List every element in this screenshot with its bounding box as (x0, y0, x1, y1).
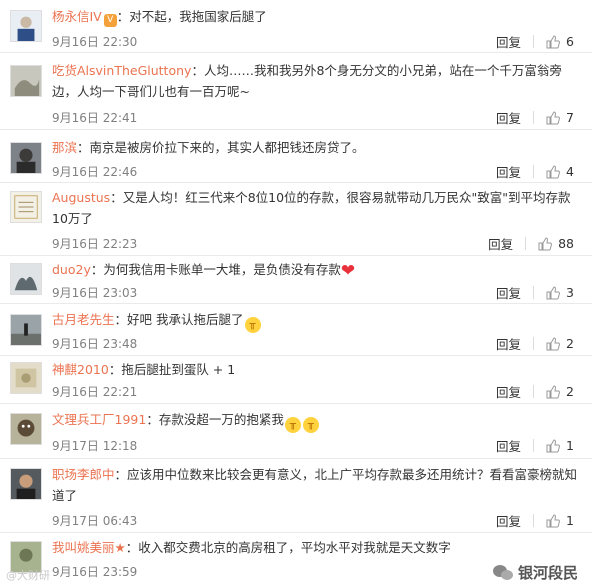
wechat-icon (492, 564, 513, 580)
comment-item: 职场李郎中：应该用中位数来比较会更有意义，北上广平均存款最多还用统计？看看富豪榜… (0, 459, 592, 533)
reply-button[interactable]: 回复 (496, 382, 521, 401)
watermark-right-text: 银河段民 (517, 564, 578, 582)
username[interactable]: 我叫姚美丽 (52, 540, 115, 555)
username[interactable]: 职场李郎中 (52, 467, 115, 482)
timestamp: 9月16日 22:46 (52, 165, 138, 179)
crying-emoji-icon: ╥ (284, 417, 301, 433)
divider (533, 514, 535, 527)
divider (533, 286, 535, 299)
thumbs-up-icon[interactable] (546, 164, 560, 179)
divider (533, 439, 535, 452)
timestamp: 9月16日 22:21 (52, 385, 138, 399)
reply-button[interactable]: 回复 (496, 32, 521, 51)
comment-text: ：对不起，我拖国家后腿了 (116, 9, 267, 24)
verified-badge: V (103, 14, 117, 27)
username[interactable]: duo2y (52, 262, 91, 277)
timestamp: 9月17日 12:18 (52, 439, 138, 453)
thumbs-up-icon[interactable] (546, 110, 560, 125)
like-count: 2 (566, 336, 574, 351)
thumbs-up-icon[interactable] (546, 34, 560, 49)
avatar[interactable] (10, 65, 42, 97)
divider (533, 165, 535, 178)
username[interactable]: 那滨 (52, 140, 77, 155)
reply-button[interactable]: 回复 (496, 108, 521, 127)
username[interactable]: 吃货AlsvinTheGluttony (52, 63, 191, 78)
comment-text: ：好吧 我承认拖后腿了 (114, 312, 244, 327)
reply-button[interactable]: 回复 (496, 334, 521, 353)
avatar[interactable] (10, 468, 42, 500)
comment-text: ：存款没超一万的抱紧我 (146, 412, 284, 427)
avatar[interactable] (10, 362, 42, 394)
comment-item: 那滨：南京是被房价拉下来的，其实人都把钱还房贷了。 9月16日 22:46 回复… (0, 130, 592, 183)
username[interactable]: Augustus (52, 190, 110, 205)
username[interactable]: 文理兵工厂1991 (52, 412, 146, 427)
comment-text: ：应该用中位数来比较会更有意义，北上广平均存款最多还用统计？看看富豪榜就知道了 (52, 467, 578, 503)
username[interactable]: 神麒2010 (52, 362, 109, 377)
avatar[interactable] (10, 263, 42, 295)
reply-button[interactable]: 回复 (496, 436, 521, 455)
crying-emoji-icon: ╥ (244, 317, 261, 333)
like-count: 1 (566, 438, 574, 453)
comment-item: duo2y：为何我信用卡账单一大堆，是负债没有存款❤ 9月16日 23:03 回… (0, 256, 592, 304)
comment-item: 古月老先生：好吧 我承认拖后腿了 ╥ 9月16日 23:48 回复 2 (0, 304, 592, 356)
thumbs-up-icon[interactable] (538, 236, 553, 251)
crying-emoji-icon: ╥ (302, 417, 319, 433)
divider (525, 237, 527, 250)
timestamp: 9月16日 22:23 (52, 237, 138, 251)
comment-text: ：为何我信用卡账单一大堆，是负债没有存款 (90, 262, 341, 277)
divider (533, 385, 535, 398)
timestamp: 9月17日 06:43 (52, 514, 138, 528)
timestamp: 9月16日 23:03 (52, 286, 138, 300)
divider (533, 337, 535, 350)
watermark-right: 银河段民 (492, 562, 578, 583)
reply-button[interactable]: 回复 (488, 234, 513, 253)
like-count: 88 (558, 236, 574, 251)
comment-item: 神麒2010：拖后腿扯到蛋队 + 1 9月16日 22:21 回复 2 (0, 356, 592, 404)
like-count: 2 (566, 384, 574, 399)
timestamp: 9月16日 22:41 (52, 111, 138, 125)
watermark-left: @大财研 (6, 569, 50, 582)
divider (533, 35, 535, 48)
like-count: 1 (566, 513, 574, 528)
comment-text: ：拖后腿扯到蛋队 + 1 (108, 362, 236, 377)
thumbs-up-icon[interactable] (546, 384, 560, 399)
comment-text: ：收入都交费北京的高房租了，平均水平对我就是天文数字 (125, 540, 451, 555)
like-count: 4 (566, 164, 574, 179)
reply-button[interactable]: 回复 (496, 283, 521, 302)
star-icon: ★ (114, 540, 126, 555)
timestamp: 9月16日 22:30 (52, 35, 138, 49)
thumbs-up-icon[interactable] (546, 513, 560, 528)
avatar[interactable] (10, 191, 42, 223)
username[interactable]: 古月老先生 (52, 312, 115, 327)
username[interactable]: 杨永信IV (52, 9, 102, 24)
thumbs-up-icon[interactable] (546, 336, 560, 351)
timestamp: 9月16日 23:48 (52, 337, 138, 351)
avatar[interactable] (10, 314, 42, 346)
footer-watermarks: @大财研 银河段民 (0, 560, 592, 587)
avatar[interactable] (10, 413, 42, 445)
comment-item: 杨永信IV V ：对不起，我拖国家后腿了 9月16日 22:30 回复 6 (0, 0, 592, 53)
thumbs-up-icon[interactable] (546, 285, 560, 300)
comment-list: 杨永信IV V ：对不起，我拖国家后腿了 9月16日 22:30 回复 6 吃货Al… (0, 0, 592, 587)
like-count: 7 (566, 110, 574, 125)
like-count: 6 (566, 34, 574, 49)
divider (533, 111, 535, 124)
heart-emoji-icon: ❤ (340, 261, 356, 281)
comment-text: ：又是人均！红三代来个8位10位的存款，很容易就带动几万民众"致富"到平均存款1… (52, 190, 571, 226)
comment-item: Augustus：又是人均！红三代来个8位10位的存款，很容易就带动几万民众"致… (0, 183, 592, 256)
reply-button[interactable]: 回复 (496, 511, 521, 530)
comment-item: 吃货AlsvinTheGluttony：人均……我和我另外8个身无分文的小兄弟，… (0, 53, 592, 130)
thumbs-up-icon[interactable] (546, 438, 560, 453)
avatar[interactable] (10, 142, 42, 174)
comment-text: ：南京是被房价拉下来的，其实人都把钱还房贷了。 (77, 140, 365, 155)
like-count: 3 (566, 285, 574, 300)
comment-item: 文理兵工厂1991：存款没超一万的抱紧我 ╥ ╥ 9月17日 12:18 回复 1 (0, 404, 592, 459)
reply-button[interactable]: 回复 (496, 162, 521, 181)
avatar[interactable] (10, 10, 42, 42)
